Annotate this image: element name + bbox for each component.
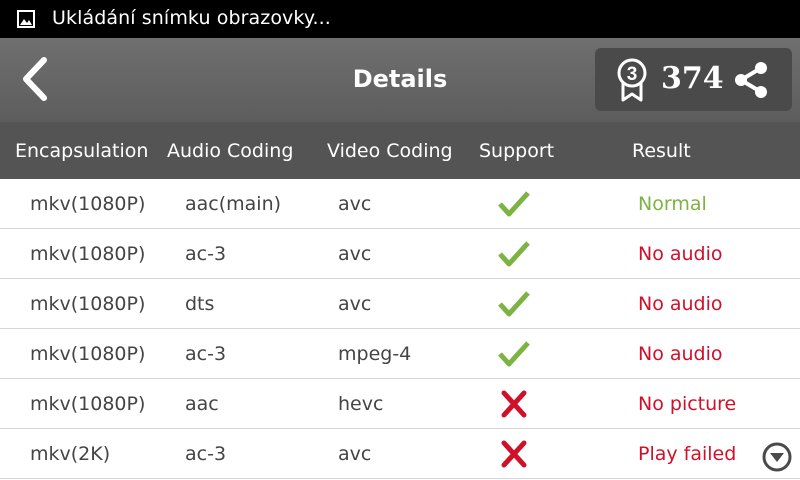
cell-encapsulation: mkv(1080P) xyxy=(30,193,146,215)
column-header-video-coding: Video Coding xyxy=(327,140,453,162)
cell-result: Play failed xyxy=(638,443,737,465)
cell-video-coding: mpeg-4 xyxy=(338,343,412,365)
check-icon xyxy=(498,341,530,367)
chevron-down-circle-icon[interactable] xyxy=(761,441,793,473)
cross-icon xyxy=(501,440,527,468)
cell-video-coding: avc xyxy=(338,443,372,465)
cell-encapsulation: mkv(1080P) xyxy=(30,243,146,265)
cell-encapsulation: mkv(1080P) xyxy=(30,343,146,365)
cell-audio-coding: aac(main) xyxy=(185,193,282,215)
app-bar: Details 3 374 xyxy=(0,38,800,122)
cross-icon xyxy=(501,390,527,418)
cell-audio-coding: ac-3 xyxy=(185,443,227,465)
check-icon xyxy=(498,241,530,267)
cell-video-coding: avc xyxy=(338,193,372,215)
table-row: mkv(1080P) aac(main) avc Normal xyxy=(0,179,800,229)
cell-result: Normal xyxy=(638,193,707,215)
cell-encapsulation: mkv(1080P) xyxy=(30,293,146,315)
cell-encapsulation: mkv(1080P) xyxy=(30,393,146,415)
image-icon xyxy=(17,10,35,28)
cell-video-coding: hevc xyxy=(338,393,384,415)
medal-icon: 3 xyxy=(617,58,647,102)
cell-video-coding: avc xyxy=(338,243,372,265)
cell-audio-coding: ac-3 xyxy=(185,343,227,365)
table-row: mkv(1080P) aac hevc No picture xyxy=(0,379,800,429)
cell-audio-coding: aac xyxy=(185,393,219,415)
medal-number: 3 xyxy=(627,64,638,85)
cell-audio-coding: dts xyxy=(185,293,215,315)
share-icon[interactable] xyxy=(731,60,771,100)
check-icon xyxy=(498,191,530,217)
table-row: mkv(1080P) ac-3 avc No audio xyxy=(0,229,800,279)
column-header-audio-coding: Audio Coding xyxy=(167,140,294,162)
results-table: mkv(1080P) aac(main) avc Normal mkv(1080… xyxy=(0,179,800,479)
status-bar: Ukládání snímku obrazovky... xyxy=(0,0,800,38)
table-row: mkv(2K) ac-3 avc Play failed xyxy=(0,429,800,479)
cell-result: No audio xyxy=(638,243,723,265)
check-icon xyxy=(498,291,530,317)
cell-audio-coding: ac-3 xyxy=(185,243,227,265)
cell-encapsulation: mkv(2K) xyxy=(30,443,111,465)
score-panel: 3 374 xyxy=(595,48,792,111)
cell-result: No picture xyxy=(638,393,737,415)
table-header: Encapsulation Audio Coding Video Coding … xyxy=(0,122,800,179)
cell-result: No audio xyxy=(638,293,723,315)
score-value: 374 xyxy=(661,61,724,96)
column-header-encapsulation: Encapsulation xyxy=(15,140,149,162)
cell-result: No audio xyxy=(638,343,723,365)
column-header-result: Result xyxy=(632,140,691,162)
status-notification-text: Ukládání snímku obrazovky... xyxy=(52,7,331,29)
cell-video-coding: avc xyxy=(338,293,372,315)
table-row: mkv(1080P) ac-3 mpeg-4 No audio xyxy=(0,329,800,379)
column-header-support: Support xyxy=(479,140,555,162)
table-row: mkv(1080P) dts avc No audio xyxy=(0,279,800,329)
